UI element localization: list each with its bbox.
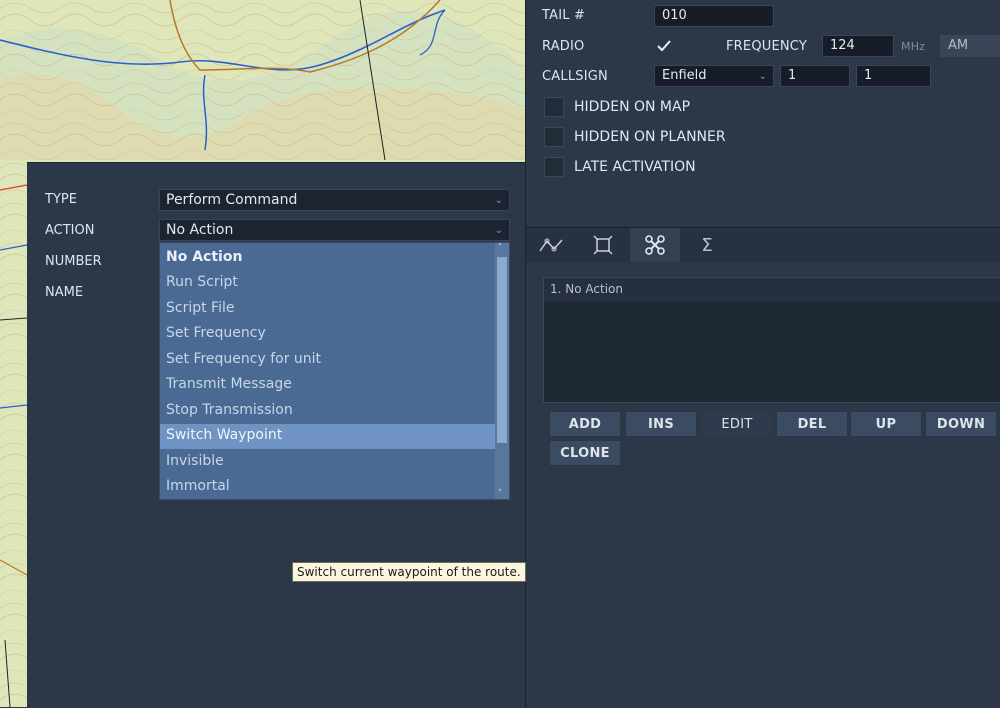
dropdown-item-invisible[interactable]: Invisible — [160, 450, 496, 475]
insert-button[interactable]: INS — [625, 411, 697, 437]
action-editor-panel: TYPE Perform Command ⌄ ACTION No Action … — [27, 162, 526, 708]
move-up-button[interactable]: UP — [850, 411, 922, 437]
scroll-up-icon[interactable]: ˄ — [498, 243, 503, 253]
callsign-select[interactable]: Enfield ⌄ — [654, 65, 774, 87]
late-activation-label: LATE ACTIVATION — [574, 159, 696, 175]
panel-tabs: Σ — [526, 227, 1000, 262]
move-down-button[interactable]: DOWN — [925, 411, 997, 437]
type-label: TYPE — [45, 192, 77, 207]
callsign-number1-input[interactable]: 1 — [780, 65, 850, 87]
dropdown-item-set-frequency[interactable]: Set Frequency — [160, 322, 496, 347]
scrollbar-thumb[interactable] — [497, 257, 507, 443]
action-value: No Action — [166, 222, 234, 238]
frequency-unit-label: MHz — [901, 40, 926, 53]
dropdown-item-stop-transmission[interactable]: Stop Transmission — [160, 399, 496, 424]
route-icon — [539, 238, 563, 252]
dropdown-item-immortal[interactable]: Immortal — [160, 475, 496, 500]
type-select[interactable]: Perform Command ⌄ — [159, 189, 510, 211]
tab-route[interactable] — [526, 228, 576, 262]
chevron-down-icon: ⌄ — [758, 71, 767, 82]
hidden-on-planner-label: HIDDEN ON PLANNER — [574, 129, 726, 145]
target-icon — [593, 235, 613, 255]
hidden-on-map-checkbox[interactable] — [544, 97, 564, 117]
callsign-value: Enfield — [662, 68, 707, 83]
delete-button[interactable]: DEL — [776, 411, 848, 437]
tail-number-input[interactable]: 010 — [654, 5, 774, 27]
clone-button[interactable]: CLONE — [549, 440, 621, 466]
modulation-value: AM — [948, 38, 969, 53]
radio-checkbox[interactable] — [654, 36, 674, 56]
dropdown-item-set-frequency-for-unit[interactable]: Set Frequency for unit — [160, 348, 496, 373]
dropdown-scrollbar[interactable]: ˄ ˅ — [495, 243, 509, 499]
chevron-down-icon: ⌄ — [494, 195, 503, 206]
callsign-number2-input[interactable]: 1 — [856, 65, 931, 87]
command-icon — [645, 235, 665, 255]
tail-label: TAIL # — [542, 8, 586, 23]
number-label: NUMBER — [45, 254, 102, 269]
edit-button[interactable]: EDIT — [701, 411, 773, 437]
action-select[interactable]: No Action ⌄ — [159, 219, 510, 241]
tooltip: Switch current waypoint of the route. — [292, 562, 526, 582]
add-button[interactable]: ADD — [549, 411, 621, 437]
name-label: NAME — [45, 285, 84, 300]
sigma-icon: Σ — [701, 234, 713, 256]
type-value: Perform Command — [166, 192, 298, 208]
checkmark-icon — [657, 40, 671, 52]
chevron-down-icon: ⌄ — [494, 225, 503, 236]
actions-list[interactable]: 1. No Action — [543, 277, 1000, 403]
hidden-on-map-label: HIDDEN ON MAP — [574, 99, 691, 115]
dropdown-item-no-action[interactable]: No Action — [160, 246, 496, 271]
callsign-label: CALLSIGN — [542, 69, 608, 84]
dropdown-item-script-file[interactable]: Script File — [160, 297, 496, 322]
unit-properties-panel: TAIL # 010 RADIO FREQUENCY 124 MHz AM CA… — [525, 0, 1000, 707]
dropdown-item-transmit-message[interactable]: Transmit Message — [160, 373, 496, 398]
radio-label: RADIO — [542, 39, 585, 54]
list-item[interactable]: 1. No Action — [544, 278, 1000, 302]
dropdown-item-switch-waypoint[interactable]: Switch Waypoint — [160, 424, 496, 449]
dropdown-item-run-script[interactable]: Run Script — [160, 271, 496, 296]
tab-targets[interactable] — [578, 228, 628, 262]
tab-summary[interactable]: Σ — [682, 228, 732, 262]
frequency-label: FREQUENCY — [726, 39, 807, 54]
tab-commands[interactable] — [630, 228, 680, 262]
scroll-down-icon[interactable]: ˅ — [498, 489, 503, 499]
action-dropdown-list[interactable]: No Action Run Script Script File Set Fre… — [159, 242, 510, 500]
action-label: ACTION — [45, 223, 95, 238]
modulation-select[interactable]: AM — [940, 35, 1000, 57]
late-activation-checkbox[interactable] — [544, 157, 564, 177]
frequency-input[interactable]: 124 — [822, 35, 894, 57]
hidden-on-planner-checkbox[interactable] — [544, 127, 564, 147]
